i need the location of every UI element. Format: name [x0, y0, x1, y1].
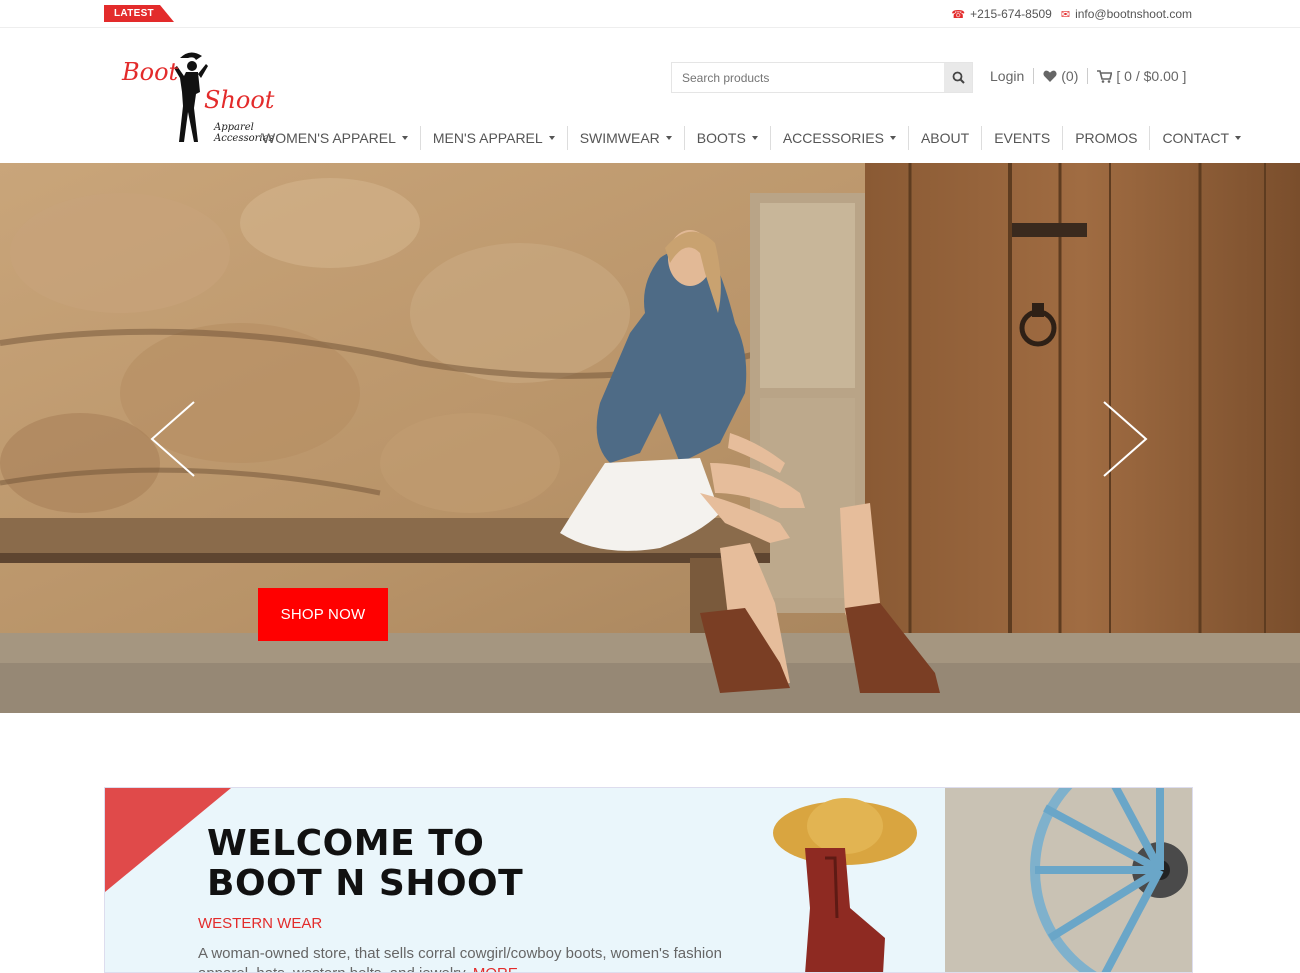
nav-item-about[interactable]: ABOUT: [907, 126, 981, 150]
nav-item-accessories[interactable]: ACCESSORIES: [769, 126, 908, 150]
hero-slider: [0, 163, 1300, 713]
chevron-right-icon[interactable]: [1102, 400, 1150, 478]
phone-number[interactable]: +215-674-8509: [970, 7, 1052, 21]
nav-label: MEN'S APPAREL: [432, 130, 543, 146]
nav-label: SWIMWEAR: [579, 130, 660, 146]
caret-down-icon: [1235, 136, 1242, 140]
welcome-body-text: A woman-owned store, that sells corral c…: [198, 945, 722, 972]
nav-label: EVENTS: [994, 130, 1051, 146]
search-button[interactable]: [944, 63, 972, 92]
caret-down-icon: [751, 136, 758, 140]
shop-now-button[interactable]: SHOP NOW: [258, 588, 388, 641]
nav-label: BOOTS: [696, 130, 746, 146]
search-input[interactable]: [672, 63, 944, 92]
nav-label: ABOUT: [920, 130, 970, 146]
nav-label: CONTACT: [1162, 130, 1230, 146]
welcome-title-line1: WELCOME TO: [207, 823, 485, 864]
welcome-body: A woman-owned store, that sells corral c…: [198, 944, 738, 972]
envelope-icon: ✉: [1060, 8, 1071, 21]
search-icon: [952, 71, 965, 84]
nav-item-mens-apparel[interactable]: MEN'S APPAREL: [419, 126, 567, 150]
nav-label: WOMEN'S APPAREL: [262, 130, 396, 146]
main-nav: WOMEN'S APPAREL MEN'S APPAREL SWIMWEAR B…: [250, 126, 1253, 150]
caret-down-icon: [401, 136, 408, 140]
cart-icon: [1097, 69, 1113, 83]
chevron-left-icon[interactable]: [148, 400, 196, 478]
nav-item-boots[interactable]: BOOTS: [683, 126, 770, 150]
nav-item-promos[interactable]: PROMOS: [1062, 126, 1149, 150]
welcome-banner: WELCOME TO BOOT N SHOOT WESTERN WEAR A w…: [104, 787, 1193, 973]
wishlist-count: (0): [1061, 68, 1079, 84]
logo-word-shoot: Shoot: [204, 86, 275, 114]
divider: [1087, 68, 1089, 84]
cart-link[interactable]: [ 0 / $0.00 ]: [1097, 68, 1186, 84]
more-link[interactable]: MORE: [473, 965, 518, 972]
welcome-title: WELCOME TO BOOT N SHOOT: [207, 824, 523, 904]
welcome-title-line2: BOOT N SHOOT: [207, 863, 524, 904]
top-contact: ☎ +215-674-8509 ✉ info@bootnshoot.com: [951, 7, 1192, 21]
caret-down-icon: [665, 136, 672, 140]
login-link[interactable]: Login: [990, 68, 1024, 84]
phone-icon: ☎: [951, 8, 966, 21]
nav-item-events[interactable]: EVENTS: [981, 126, 1062, 150]
caret-down-icon: [889, 136, 896, 140]
boots-wheel-image: [773, 788, 1192, 972]
heart-icon: [1043, 70, 1057, 82]
wishlist-link[interactable]: (0): [1043, 68, 1078, 84]
latest-badge[interactable]: LATEST: [104, 5, 174, 22]
nav-label: ACCESSORIES: [782, 130, 884, 146]
caret-down-icon: [548, 136, 555, 140]
welcome-tagline: WESTERN WEAR: [198, 915, 323, 932]
nav-item-swimwear[interactable]: SWIMWEAR: [566, 126, 684, 150]
product-search: [671, 62, 973, 93]
email-address[interactable]: info@bootnshoot.com: [1075, 7, 1192, 21]
nav-item-contact[interactable]: CONTACT: [1149, 126, 1253, 150]
nav-item-womens-apparel[interactable]: WOMEN'S APPAREL: [250, 126, 420, 150]
logo-word-boot: Boot: [122, 58, 179, 86]
account-links: Login (0) [ 0 / $0.00 ]: [990, 68, 1186, 84]
divider: [1033, 68, 1035, 84]
top-bar: LATEST ☎ +215-674-8509 ✉ info@bootnshoot…: [0, 0, 1300, 28]
nav-label: PROMOS: [1075, 130, 1138, 146]
cart-summary: [ 0 / $0.00 ]: [1116, 68, 1187, 84]
